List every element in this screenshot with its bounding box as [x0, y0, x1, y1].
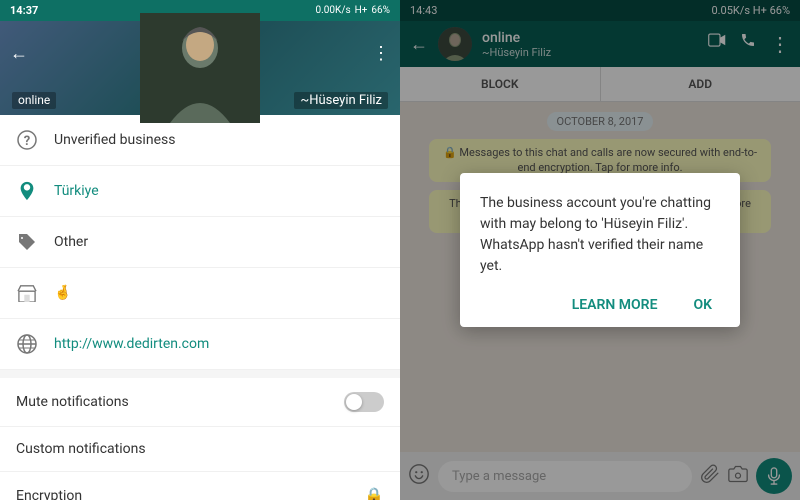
- emoji-label: 🤞: [54, 285, 71, 301]
- encryption-title-row: Encryption 🔒: [16, 486, 384, 500]
- mute-label: Mute notifications: [16, 394, 129, 410]
- back-button[interactable]: ←: [10, 43, 28, 64]
- business-label: Unverified business: [54, 132, 175, 148]
- tag-icon: [16, 231, 38, 253]
- encryption-row[interactable]: Encryption 🔒 Messages to this chat and c…: [0, 472, 400, 500]
- learn-more-button[interactable]: LEARN MORE: [564, 293, 666, 317]
- left-network: 0.00K/s: [316, 5, 351, 16]
- left-network-type: H+: [355, 5, 368, 16]
- left-body: ? Unverified business Türkiye Other 🤞: [0, 115, 400, 500]
- location-label: Türkiye: [54, 183, 99, 199]
- store-icon: [16, 282, 38, 304]
- info-row-location[interactable]: Türkiye: [0, 166, 400, 217]
- toggle-knob: [346, 394, 362, 410]
- section-divider: [0, 370, 400, 378]
- left-contact-name: ~Hüseyin Filiz: [294, 92, 388, 109]
- left-status-icons: 0.00K/s H+ 66%: [316, 5, 390, 16]
- dialog-overlay: The business account you're chatting wit…: [400, 0, 800, 500]
- info-row-store[interactable]: 🤞: [0, 268, 400, 319]
- info-row-website[interactable]: http://www.dedirten.com: [0, 319, 400, 370]
- category-label: Other: [54, 234, 88, 250]
- business-icon: ?: [16, 129, 38, 151]
- more-button[interactable]: ⋮: [372, 43, 390, 64]
- custom-label: Custom notifications: [16, 441, 146, 457]
- left-battery: 66%: [371, 5, 390, 16]
- dialog-body: The business account you're chatting wit…: [480, 193, 720, 277]
- left-header: 14:37 0.00K/s H+ 66%: [0, 0, 400, 115]
- left-status-text: online: [12, 92, 56, 109]
- info-row-category[interactable]: Other: [0, 217, 400, 268]
- left-name-bar: online ~Hüseyin Filiz: [0, 92, 400, 109]
- svg-text:?: ?: [24, 134, 30, 149]
- encryption-label: Encryption: [16, 488, 82, 500]
- left-time: 14:37: [10, 4, 38, 17]
- dialog: The business account you're chatting wit…: [460, 173, 740, 327]
- lock-icon: 🔒: [364, 486, 384, 500]
- website-label: http://www.dedirten.com: [54, 336, 209, 352]
- custom-notifications-row[interactable]: Custom notifications: [0, 427, 400, 472]
- mute-notifications-row[interactable]: Mute notifications: [0, 378, 400, 427]
- location-icon: [16, 180, 38, 202]
- ok-button[interactable]: OK: [685, 293, 720, 317]
- left-panel: 14:37 0.00K/s H+ 66%: [0, 0, 400, 500]
- globe-icon: [16, 333, 38, 355]
- mute-toggle[interactable]: [344, 392, 384, 412]
- dialog-actions: LEARN MORE OK: [480, 293, 720, 317]
- right-panel: 14:43 0.05K/s H+ 66% ← online ~Hüseyin F…: [400, 0, 800, 500]
